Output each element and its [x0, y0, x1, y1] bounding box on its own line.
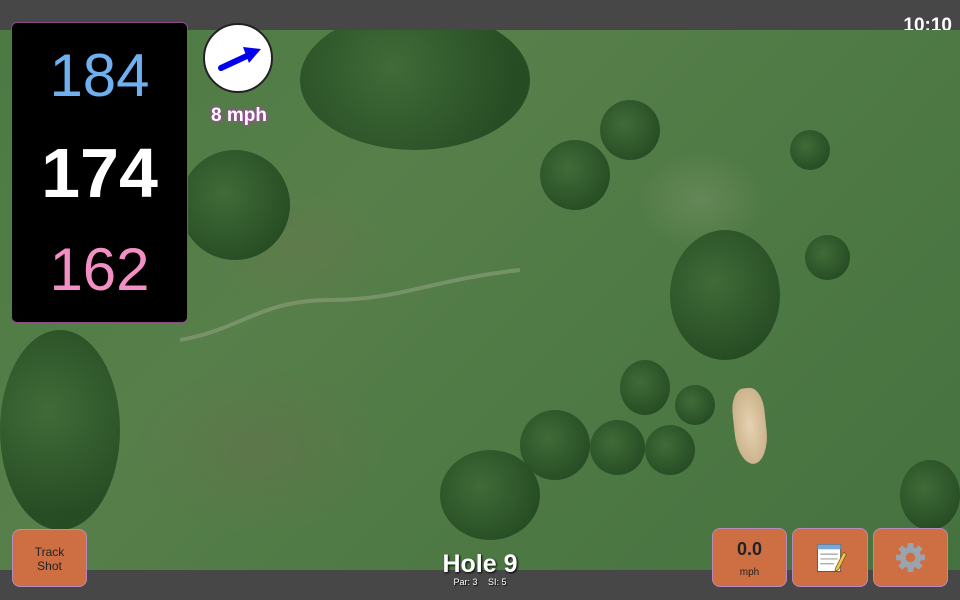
speed-value: 0.0	[736, 539, 763, 559]
wind-arrow-icon	[218, 47, 261, 71]
hole-title: Hole 9	[442, 550, 518, 578]
middle-distance: 174	[41, 134, 158, 212]
settings-button[interactable]	[873, 528, 948, 587]
notes-button[interactable]	[792, 528, 868, 587]
wind-indicator	[203, 23, 273, 93]
speed-unit: mph	[739, 567, 760, 578]
back-distance: 184	[49, 42, 150, 109]
hole-par: Par: 3	[453, 577, 478, 587]
track-shot-label-line1: Track	[34, 545, 65, 559]
front-distance: 162	[49, 236, 150, 303]
hole-si: SI: 5	[488, 577, 507, 587]
wind-speed: 8 mph	[211, 105, 267, 126]
hole-info: Par: 3 SI: 5	[380, 577, 580, 587]
notepad-icon	[816, 543, 847, 573]
track-shot-label-line2: Shot	[37, 559, 62, 573]
speed-button[interactable]: 0.0 mph	[712, 528, 787, 587]
track-shot-button[interactable]: Track Shot	[12, 529, 87, 587]
distance-panel: 184 174 162	[11, 22, 188, 323]
gear-icon	[896, 543, 925, 572]
